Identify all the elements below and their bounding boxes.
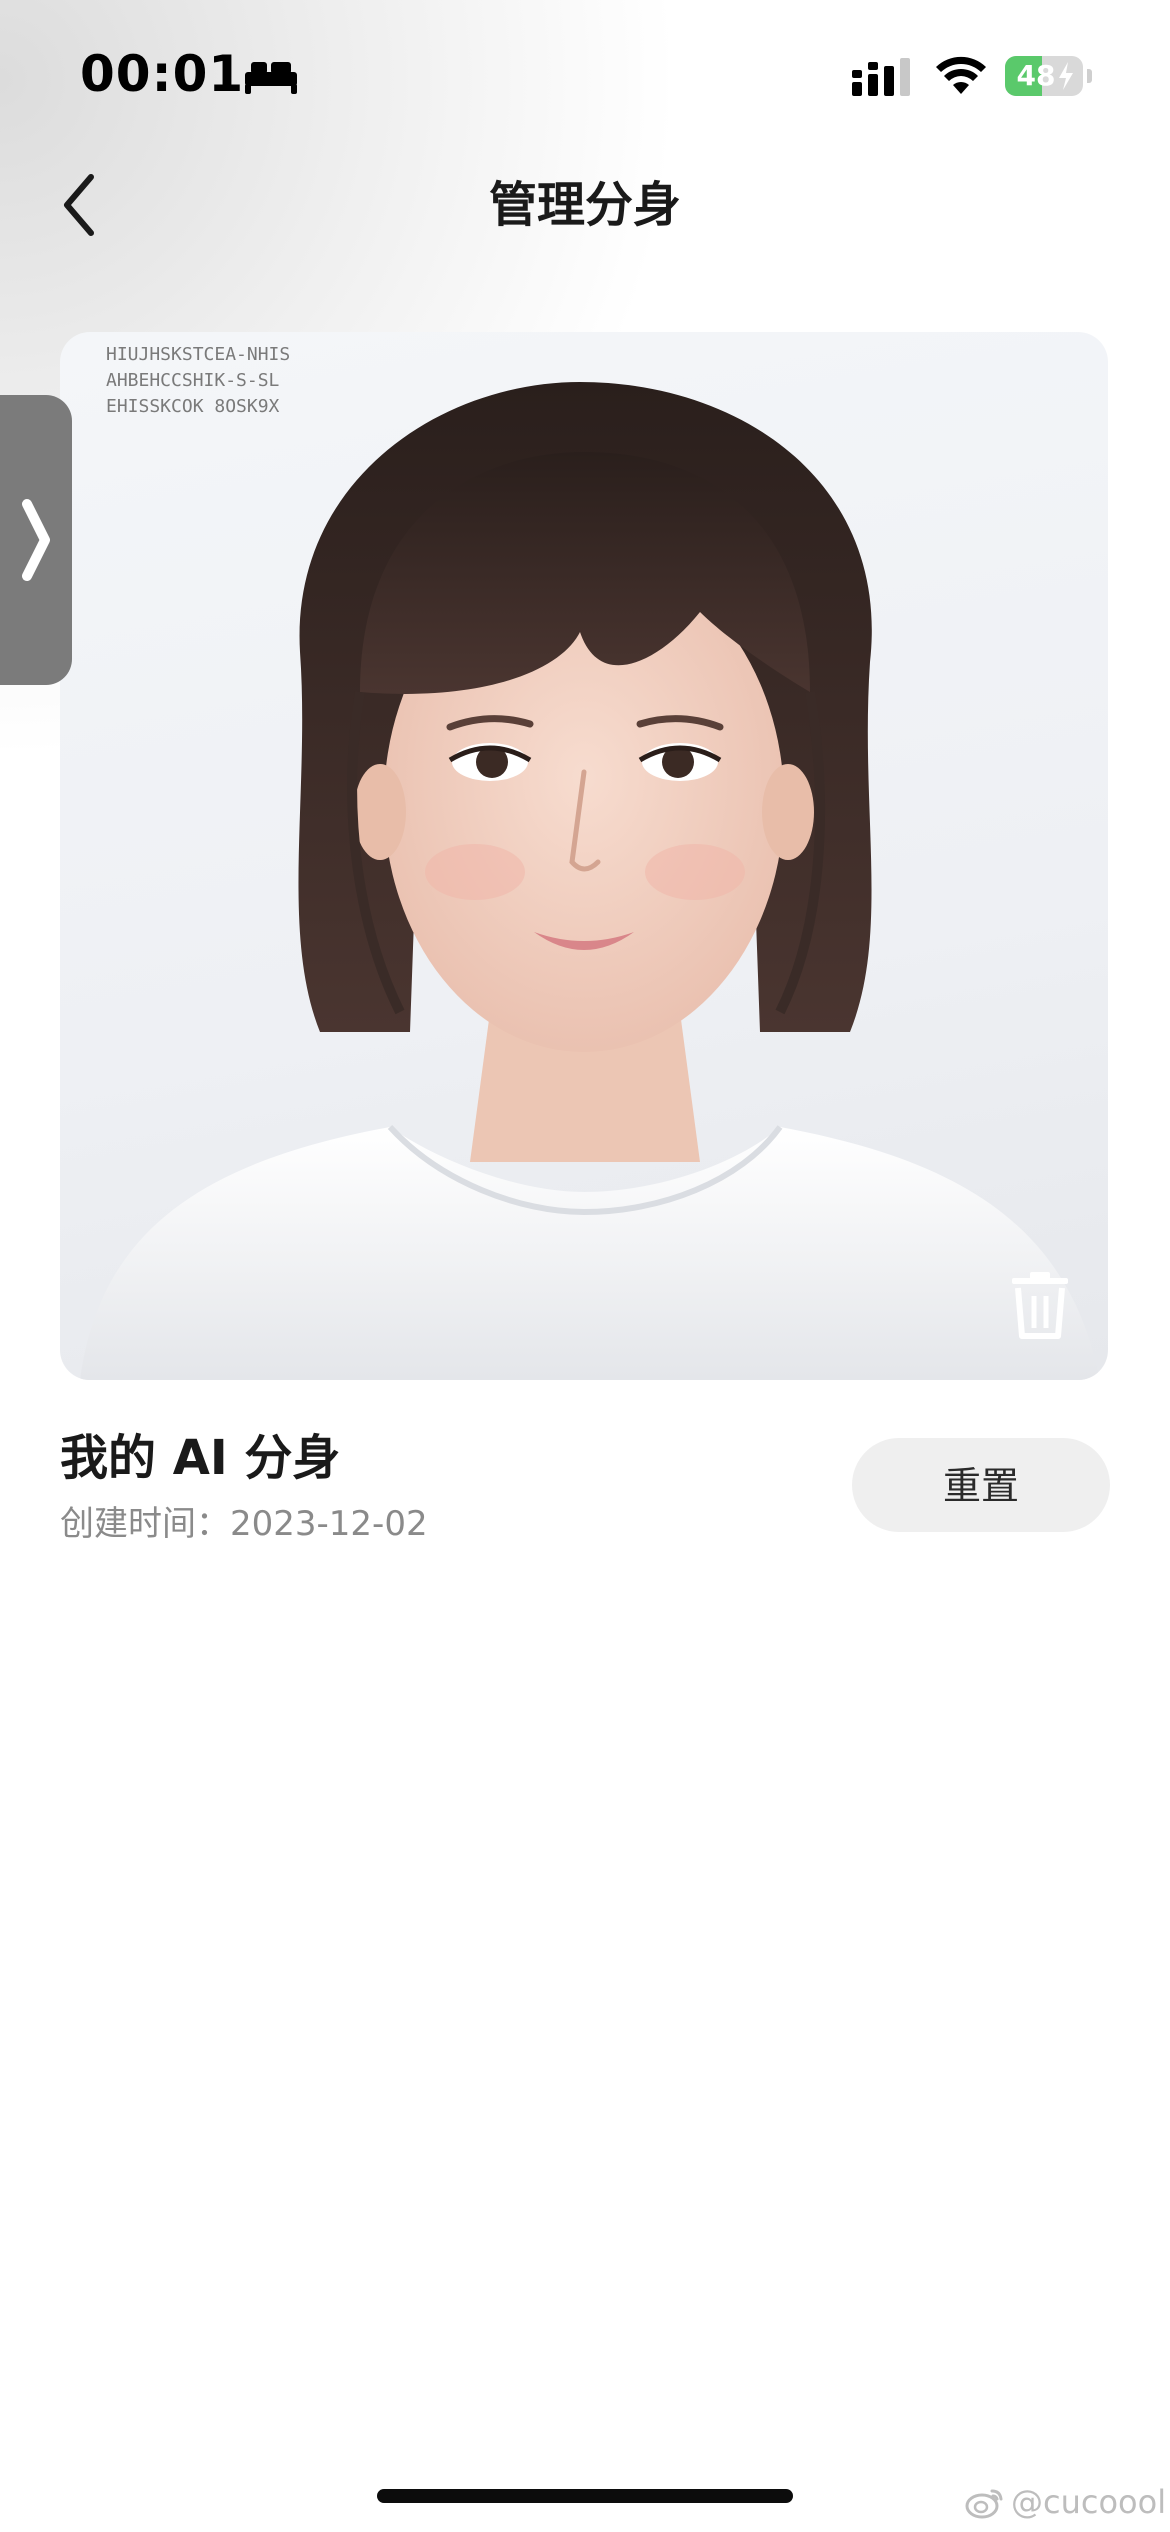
battery-cap [1087, 69, 1092, 83]
cellular-signal-icon [852, 58, 910, 96]
avatar-name: 我的 AI 分身 [60, 1430, 341, 1486]
home-indicator[interactable] [377, 2489, 793, 2503]
trash-icon[interactable] [1008, 1270, 1072, 1340]
watermark-line: HIUJHSKSTCEA-NHIS [106, 344, 291, 365]
created-label: 创建时间： [60, 1504, 230, 1544]
avatar-image-card[interactable]: HIUJHSKSTCEA-NHIS AHBEHCCSHIK-S-SL EHISS… [60, 332, 1108, 1380]
created-date: 2023-12-02 [230, 1504, 428, 1544]
chevron-left-icon [64, 174, 94, 236]
avatar-info-row: 我的 AI 分身 创建时间：2023-12-02 重置 [60, 1420, 1110, 1560]
battery-indicator: 48 [1005, 56, 1092, 96]
weibo-handle: @cucoool [1011, 2483, 1167, 2521]
battery-charging-icon [1059, 62, 1073, 90]
watermark-line: AHBEHCCSHIK-S-SL [106, 370, 280, 391]
status-time: 00:01 [80, 45, 245, 103]
page-title: 管理分身 [488, 177, 681, 233]
status-bar: 00:01 48 [0, 0, 1170, 150]
nav-bar: 管理分身 [0, 160, 1170, 250]
reset-button[interactable]: 重置 [852, 1438, 1110, 1532]
watermark-line: EHISSKCOK 8OSK9X [106, 396, 280, 417]
weibo-icon [965, 2489, 1003, 2519]
created-date-line: 创建时间：2023-12-02 [60, 1502, 428, 1546]
avatar-portrait [80, 382, 1100, 1380]
image-watermark-text: HIUJHSKSTCEA-NHIS AHBEHCCSHIK-S-SL EHISS… [106, 342, 290, 420]
bed-icon [245, 62, 297, 94]
weibo-watermark: @cucoool [965, 2482, 1166, 2522]
back-button[interactable] [44, 170, 114, 240]
wifi-icon [936, 56, 986, 94]
side-expand-handle[interactable] [0, 395, 72, 685]
chevron-right-icon [22, 499, 50, 581]
